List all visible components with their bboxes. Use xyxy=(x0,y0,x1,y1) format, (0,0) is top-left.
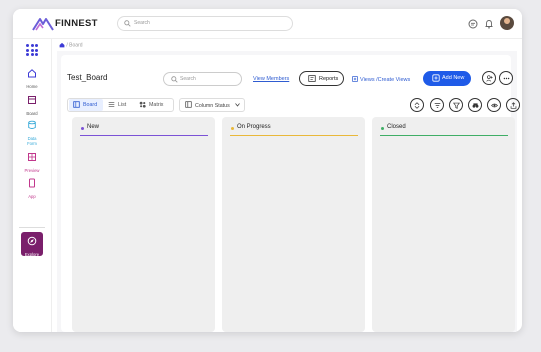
add-new-button[interactable]: Add New xyxy=(423,71,471,86)
preview-icon xyxy=(28,153,36,161)
main-area: Test_Board Search View Members Reports V… xyxy=(57,51,520,332)
sort-button[interactable] xyxy=(410,98,424,112)
chevron-down-icon xyxy=(235,103,240,107)
column-status-select[interactable]: Column Status xyxy=(179,98,245,112)
top-bar: FINNEST Search xyxy=(13,9,522,39)
home-icon xyxy=(28,69,36,78)
sidebar-item-app[interactable]: App xyxy=(13,175,51,199)
views-create-views-link[interactable]: Views /Create Views xyxy=(352,76,410,83)
column-status-label: Column Status xyxy=(195,103,230,109)
messages-icon[interactable] xyxy=(468,19,478,29)
person-add-icon xyxy=(486,75,493,82)
board-search-input[interactable]: Search xyxy=(163,72,242,86)
home-icon[interactable] xyxy=(59,42,65,48)
board-column-on-progress: On Progress xyxy=(222,117,365,332)
tab-board[interactable]: Board xyxy=(69,99,103,111)
user-avatar[interactable] xyxy=(500,16,514,30)
sidebar-item-label: Home xyxy=(26,84,38,89)
binoculars-icon xyxy=(472,103,479,108)
tab-label: Board xyxy=(83,102,98,108)
sidebar: Home Board Data Form Preview App Explore xyxy=(13,39,52,332)
views-label: Views /Create Views xyxy=(360,77,411,83)
status-dot xyxy=(381,127,384,130)
matrix-icon xyxy=(139,101,146,108)
bell-icon[interactable] xyxy=(484,19,494,29)
filter-button[interactable] xyxy=(449,98,463,112)
search-placeholder: Search xyxy=(180,76,196,82)
sidebar-item-preview[interactable]: Preview xyxy=(13,149,51,173)
watch-button[interactable] xyxy=(468,98,482,112)
board-column-new: New xyxy=(72,117,215,332)
sidebar-divider xyxy=(19,227,45,228)
more-icon xyxy=(503,77,510,80)
brand-logo xyxy=(32,18,54,31)
sort-icon xyxy=(414,102,420,109)
tab-list[interactable]: List xyxy=(104,99,134,111)
mobile-app-icon xyxy=(29,178,35,188)
status-dot xyxy=(231,127,234,130)
column-underline xyxy=(80,135,208,137)
global-search-input[interactable]: Search xyxy=(117,16,293,31)
breadcrumb: / Board xyxy=(59,42,83,48)
filter-lines-button[interactable] xyxy=(430,98,444,112)
sidebar-item-explore[interactable]: Explore xyxy=(21,232,43,257)
status-dot xyxy=(81,127,84,130)
tab-label: Matrix xyxy=(149,102,164,108)
breadcrumb-current[interactable]: Board xyxy=(69,42,82,48)
tab-label: List xyxy=(118,102,127,108)
sidebar-item-label: Board xyxy=(26,111,38,116)
sidebar-item-label: Explore xyxy=(24,252,40,257)
app-window: FINNEST Search Home Board Data Form Prev… xyxy=(13,9,522,332)
brand-name: FINNEST xyxy=(55,18,98,29)
apps-grid-icon[interactable] xyxy=(26,44,38,56)
sidebar-item-label: App xyxy=(28,194,36,199)
sidebar-item-home[interactable]: Home xyxy=(13,65,51,89)
tab-matrix[interactable]: Matrix xyxy=(135,99,173,111)
more-options-button[interactable] xyxy=(499,71,513,85)
page-title: Test_Board xyxy=(67,73,108,82)
funnel-icon xyxy=(453,102,460,109)
visibility-button[interactable] xyxy=(487,98,501,112)
plus-circle-icon xyxy=(432,74,440,82)
add-view-icon xyxy=(352,76,358,82)
board-view-icon xyxy=(73,101,80,108)
reports-button[interactable]: Reports xyxy=(299,71,344,86)
column-underline xyxy=(380,135,508,137)
board-icon xyxy=(28,96,36,104)
view-tabs: Board List Matrix xyxy=(67,98,174,112)
breadcrumb-separator: / xyxy=(66,42,68,49)
filter-lines-icon xyxy=(434,103,441,108)
columns-icon xyxy=(185,101,192,108)
add-new-label: Add New xyxy=(442,75,465,81)
search-icon xyxy=(171,76,178,83)
database-icon xyxy=(28,120,36,129)
column-underline xyxy=(230,135,358,137)
reports-label: Reports xyxy=(319,76,339,82)
sidebar-item-board[interactable]: Board xyxy=(13,92,51,116)
board-card: Test_Board Search View Members Reports V… xyxy=(61,55,520,332)
board-column-closed: Closed xyxy=(372,117,515,332)
search-placeholder: Search xyxy=(134,20,150,26)
view-members-link[interactable]: View Members xyxy=(253,76,289,82)
column-title: Closed xyxy=(387,124,406,130)
list-icon xyxy=(108,102,115,107)
sidebar-item-label: Preview xyxy=(24,168,40,173)
add-member-button[interactable] xyxy=(482,71,496,85)
eye-icon xyxy=(491,103,498,108)
column-title: On Progress xyxy=(237,124,271,130)
search-icon xyxy=(124,20,131,27)
compass-icon xyxy=(27,236,37,246)
share-button[interactable] xyxy=(506,98,520,112)
column-title: New xyxy=(87,124,100,130)
sidebar-item-data-form[interactable]: Data Form xyxy=(13,117,51,146)
report-icon xyxy=(308,75,316,82)
share-icon xyxy=(510,102,517,109)
sidebar-item-label: Data Form xyxy=(27,136,37,146)
